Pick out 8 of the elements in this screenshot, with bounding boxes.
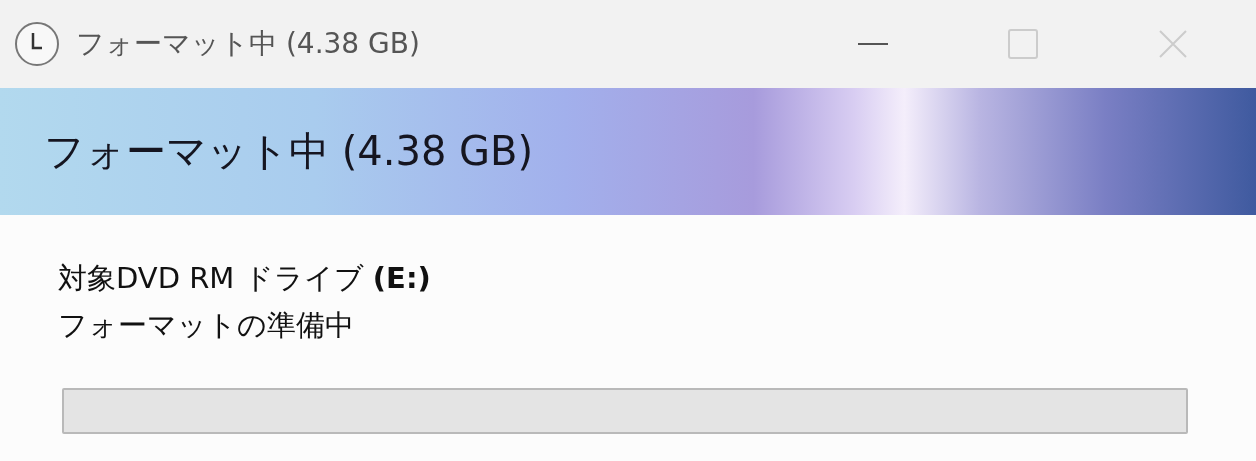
clock-icon	[14, 21, 60, 67]
banner-title: フォーマット中 (4.38 GB)	[44, 127, 534, 176]
status-text: フォーマットの準備中	[58, 307, 355, 344]
close-icon	[1158, 29, 1188, 59]
window-title: フォーマット中 (4.38 GB)	[76, 26, 420, 62]
status-text: 対象DVD RM ドライブ (E:)	[58, 260, 432, 297]
minimize-icon	[858, 42, 888, 46]
maximize-icon	[1008, 29, 1038, 59]
